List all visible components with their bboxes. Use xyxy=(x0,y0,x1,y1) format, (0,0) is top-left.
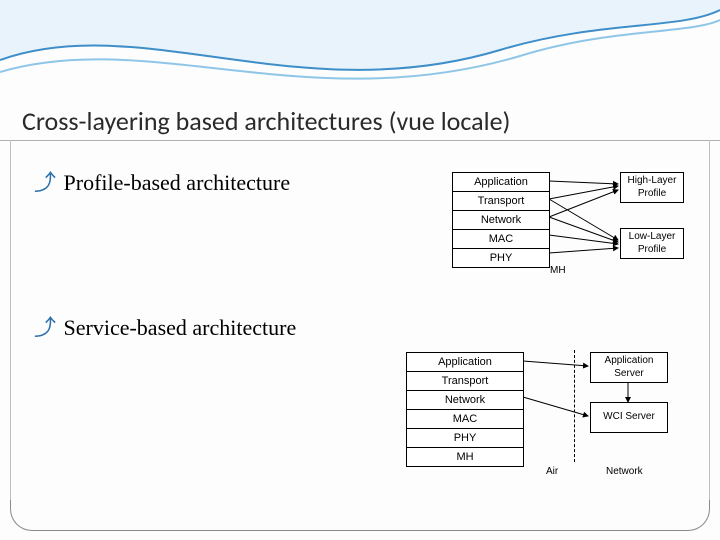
layer-network: Network xyxy=(406,390,524,410)
frame-border-right xyxy=(709,140,710,500)
bullet-profile-based: ⤴ Profile-based architecture xyxy=(34,165,290,197)
layer-phy: PHY xyxy=(406,428,524,448)
air-label: Air xyxy=(546,466,558,477)
mh-label: MH xyxy=(550,265,566,276)
low-layer-profile-line1: Low-Layer xyxy=(629,231,676,242)
layer-transport: Transport xyxy=(406,371,524,391)
diagram-service-based: Application Transport Network MAC PHY MH… xyxy=(380,350,700,520)
low-layer-profile-line2: Profile xyxy=(638,244,666,255)
network-label: Network xyxy=(606,466,643,477)
layer-network: Network xyxy=(452,210,550,230)
bullet-marker-icon: ⤴ xyxy=(34,169,56,196)
layer-mh: MH xyxy=(406,447,524,467)
application-server-line2: Server xyxy=(614,368,643,379)
bullet-service-based-label: Service-based architecture xyxy=(64,315,297,340)
layer-application: Application xyxy=(452,172,550,192)
bullet-profile-based-label: Profile-based architecture xyxy=(64,170,291,195)
frame-border-left xyxy=(10,140,11,500)
bullet-marker-icon: ⤴ xyxy=(34,314,56,341)
header-wave xyxy=(0,0,720,100)
title-underline xyxy=(0,140,720,141)
diagram-profile-based: Application Transport Network MAC PHY Hi… xyxy=(420,170,698,282)
application-server-line1: Application xyxy=(605,355,654,366)
application-server-box: Application Server xyxy=(590,352,668,383)
layer-mac: MAC xyxy=(452,229,550,249)
wci-server-box: WCI Server xyxy=(590,402,668,433)
layer-transport: Transport xyxy=(452,191,550,211)
high-layer-profile-line1: High-Layer xyxy=(628,175,677,186)
wci-server-line1: WCI Server xyxy=(603,411,655,422)
diagram-profile-stack: Application Transport Network MAC PHY xyxy=(452,172,550,268)
low-layer-profile-box: Low-Layer Profile xyxy=(620,228,684,259)
layer-phy: PHY xyxy=(452,248,550,268)
layer-mac: MAC xyxy=(406,409,524,429)
high-layer-profile-line2: Profile xyxy=(638,188,666,199)
bullet-service-based: ⤴ Service-based architecture xyxy=(34,310,296,342)
slide-title: Cross-layering based architectures (vue … xyxy=(22,105,510,137)
layer-application: Application xyxy=(406,352,524,372)
high-layer-profile-box: High-Layer Profile xyxy=(620,172,684,203)
diagram-service-stack: Application Transport Network MAC PHY MH xyxy=(406,352,524,467)
